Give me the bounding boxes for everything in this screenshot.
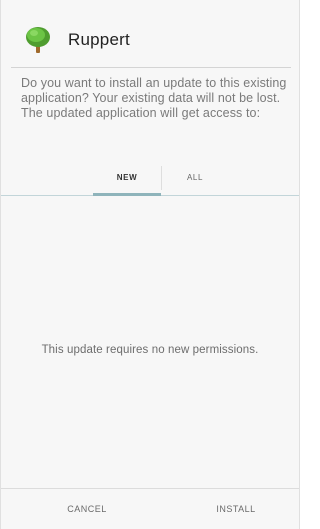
dialog-footer: CANCEL INSTALL xyxy=(1,489,299,529)
tab-new[interactable]: NEW xyxy=(93,158,161,196)
no-permissions-text: This update requires no new permissions. xyxy=(41,344,259,356)
app-name: Ruppert xyxy=(68,30,130,49)
install-update-dialog: Ruppert Do you want to install an update… xyxy=(0,0,300,529)
permission-tabs: NEW ALL xyxy=(1,158,299,196)
dialog-header: Ruppert xyxy=(1,0,299,66)
install-button[interactable]: INSTALL xyxy=(194,489,278,529)
tab-selected-indicator xyxy=(93,193,161,196)
permissions-content[interactable]: This update requires no new permissions. xyxy=(1,197,299,483)
tree-icon xyxy=(26,27,50,53)
tab-all[interactable]: ALL xyxy=(161,158,229,196)
header-divider xyxy=(11,67,291,68)
cancel-button[interactable]: CANCEL xyxy=(45,489,129,529)
install-message: Do you want to install an update to this… xyxy=(21,76,287,120)
